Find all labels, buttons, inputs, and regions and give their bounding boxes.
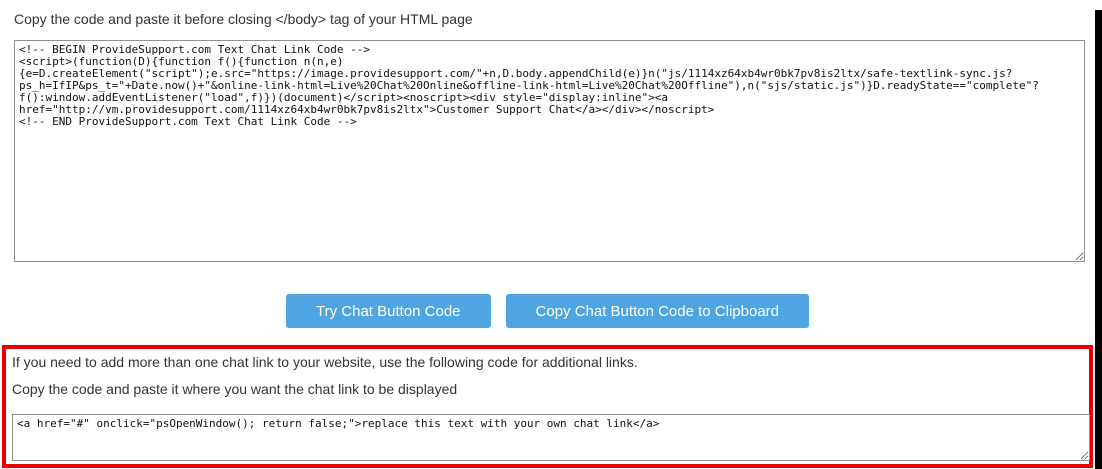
additional-links-note: If you need to add more than one chat li… <box>12 353 1083 372</box>
additional-links-section: If you need to add more than one chat li… <box>2 345 1093 468</box>
page-root: Copy the code and paste it before closin… <box>0 10 1102 469</box>
paste-location-note: Copy the code and paste it where you wan… <box>12 380 1083 399</box>
top-instruction: Copy the code and paste it before closin… <box>14 10 1102 29</box>
chat-link-code-textarea[interactable]: <!-- BEGIN ProvideSupport.com Text Chat … <box>14 40 1085 262</box>
try-chat-button-code-button[interactable]: Try Chat Button Code <box>286 294 491 328</box>
additional-link-code-textarea[interactable]: <a href="#" onclick="psOpenWindow(); ret… <box>12 414 1090 461</box>
button-row: Try Chat Button Code Copy Chat Button Co… <box>0 294 1095 328</box>
right-edge-strip <box>1095 10 1102 469</box>
copy-chat-button-code-button[interactable]: Copy Chat Button Code to Clipboard <box>506 294 809 328</box>
